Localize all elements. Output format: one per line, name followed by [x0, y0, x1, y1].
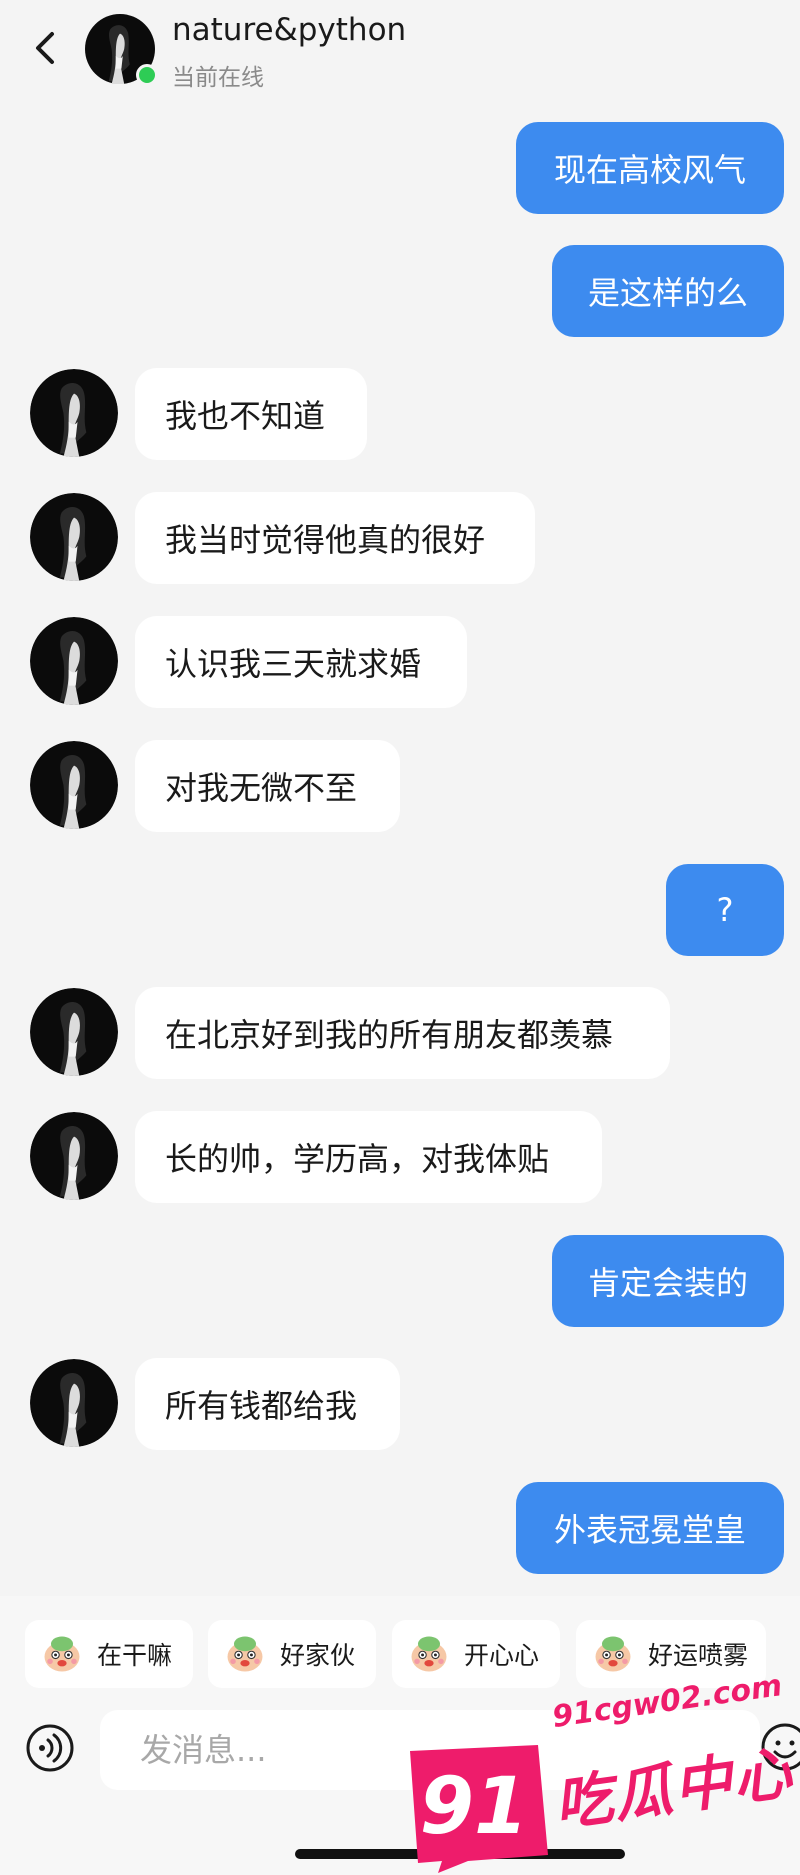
quick-sticker-label: 开心心 [464, 1641, 540, 1670]
sender-avatar[interactable] [30, 1359, 118, 1447]
sender-avatar[interactable] [30, 988, 118, 1076]
message-bubble-incoming[interactable]: 所有钱都给我 [135, 1358, 400, 1450]
online-status-dot [136, 64, 158, 86]
sender-avatar[interactable] [30, 493, 118, 581]
quick-sticker-label: 好家伙 [280, 1641, 356, 1670]
sender-avatar[interactable] [30, 617, 118, 705]
message-bubble-incoming[interactable]: 对我无微不至 [135, 740, 400, 832]
quick-sticker-label: 在干嘛 [97, 1641, 173, 1670]
sticker-icon [590, 1631, 636, 1677]
message-bubble-outgoing[interactable]: 肯定会装的 [552, 1235, 784, 1327]
quick-sticker-button[interactable]: 开心心 [392, 1620, 560, 1688]
watermark-logo: 91 [410, 1745, 548, 1873]
sticker-icon [222, 1631, 268, 1677]
chevron-left-icon[interactable] [30, 28, 60, 68]
quick-sticker-button[interactable]: 好家伙 [208, 1620, 376, 1688]
message-bubble-outgoing[interactable]: 外表冠冕堂皇 [516, 1482, 784, 1574]
message-bubble-outgoing[interactable]: ? [666, 864, 784, 956]
watermark-badge-text: 91 [420, 1762, 529, 1852]
sticker-icon [39, 1631, 85, 1677]
sender-avatar[interactable] [30, 369, 118, 457]
message-bubble-incoming[interactable]: 在北京好到我的所有朋友都羡慕 [135, 987, 670, 1079]
message-bubble-outgoing[interactable]: 是这样的么 [552, 245, 784, 337]
contact-status: 当前在线 [172, 65, 264, 91]
chat-header: nature&python 当前在线 [0, 0, 800, 100]
voice-input-icon[interactable] [25, 1723, 75, 1773]
message-bubble-incoming[interactable]: 我当时觉得他真的很好 [135, 492, 535, 584]
message-bubble-incoming[interactable]: 我也不知道 [135, 368, 367, 460]
quick-sticker-label: 好运喷雾 [648, 1641, 749, 1670]
sticker-icon [406, 1631, 452, 1677]
contact-name[interactable]: nature&python [172, 12, 406, 48]
message-bubble-incoming[interactable]: 长的帅，学历高，对我体贴 [135, 1111, 602, 1203]
quick-sticker-button[interactable]: 在干嘛 [25, 1620, 193, 1688]
sender-avatar[interactable] [30, 1112, 118, 1200]
sender-avatar[interactable] [30, 741, 118, 829]
message-bubble-outgoing[interactable]: 现在高校风气 [516, 122, 784, 214]
message-bubble-incoming[interactable]: 认识我三天就求婚 [135, 616, 467, 708]
